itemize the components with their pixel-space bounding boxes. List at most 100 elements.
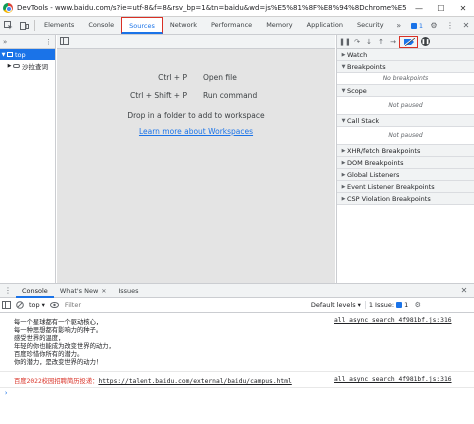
console-settings-gear-icon[interactable]: ⚙ bbox=[411, 298, 424, 312]
issues-count: 1 bbox=[418, 21, 423, 30]
live-expression-eye-icon[interactable] bbox=[48, 298, 61, 312]
pane-global-listeners[interactable]: ▶ Global Listeners bbox=[337, 169, 474, 181]
pane-toggle-icon: ▶ bbox=[341, 147, 346, 154]
sources-navigator: » ⋮ ▼ top ▶ 沙拉查词 bbox=[0, 35, 56, 283]
pane-toggle-icon: ▶ bbox=[341, 195, 346, 202]
pause-on-exceptions-icon[interactable]: ❚❚ bbox=[421, 37, 430, 46]
pane-toggle-icon: ▶ bbox=[341, 183, 346, 190]
tabbar-actions: 1 ⚙ ⋮ ✕ bbox=[408, 17, 474, 34]
step-into-button[interactable]: ↓ bbox=[363, 36, 375, 48]
device-toolbar-icon[interactable] bbox=[16, 17, 32, 34]
pane-event-listener-breakpoints[interactable]: ▶ Event Listener Breakpoints bbox=[337, 181, 474, 193]
settings-gear-icon[interactable]: ⚙ bbox=[426, 17, 442, 34]
close-drawer-icon[interactable]: ✕ bbox=[456, 282, 472, 299]
clear-console-icon[interactable] bbox=[13, 298, 26, 312]
console-filter-input[interactable] bbox=[64, 299, 305, 311]
learn-workspaces-link[interactable]: Learn more about Workspaces bbox=[57, 127, 335, 136]
pane-title: Scope bbox=[347, 86, 367, 95]
step-over-button[interactable]: ↷ bbox=[351, 36, 363, 48]
console-issues-button[interactable]: 1 Issue: 1 bbox=[364, 301, 411, 309]
pane-call-stack[interactable]: ▼ Call Stack bbox=[337, 115, 474, 127]
issue-icon bbox=[396, 302, 403, 308]
pane-dom-breakpoints[interactable]: ▶ DOM Breakpoints bbox=[337, 157, 474, 169]
step-button[interactable]: → bbox=[387, 36, 399, 48]
shortcut-action: Run command bbox=[203, 91, 258, 100]
drawer-tab-console[interactable]: Console bbox=[16, 284, 54, 298]
console-output: 每一个星球都有一个驱动核心， all_async_search_4f981bf.… bbox=[0, 313, 474, 424]
tab-network[interactable]: Network bbox=[163, 17, 204, 34]
deactivate-breakpoints-button[interactable] bbox=[399, 35, 418, 48]
navigator-menu-icon[interactable]: ⋮ bbox=[45, 38, 52, 46]
log-levels-dropdown[interactable]: Default levels ▾ bbox=[307, 301, 365, 309]
context-value: top bbox=[29, 301, 40, 309]
console-source-link[interactable]: all_async_search_4f981bf.js:316 bbox=[334, 317, 452, 324]
pane-toggle-icon: ▶ bbox=[341, 159, 346, 166]
tab-sources[interactable]: Sources bbox=[121, 17, 163, 34]
console-toolbar: top ▾ Default levels ▾ 1 Issue: 1 ⚙ bbox=[0, 298, 474, 313]
close-devtools-icon[interactable]: ✕ bbox=[458, 17, 474, 34]
tree-item-label: top bbox=[15, 50, 26, 59]
divider bbox=[34, 20, 35, 31]
drawer-tab-issues[interactable]: Issues bbox=[112, 284, 144, 298]
collapse-triangle-icon[interactable]: ▶ bbox=[6, 63, 13, 69]
tab-console[interactable]: Console bbox=[81, 17, 121, 34]
context-selector[interactable]: top ▾ bbox=[26, 301, 48, 309]
tab-performance[interactable]: Performance bbox=[204, 17, 259, 34]
sidebar-toggle-icon[interactable] bbox=[0, 298, 13, 312]
maximize-button[interactable]: ☐ bbox=[430, 0, 452, 17]
drawer-tab-label: Issues bbox=[118, 286, 139, 295]
drawer-menu-icon[interactable]: ⋮ bbox=[0, 282, 16, 299]
devtools-tabbar: Elements Console Sources Network Perform… bbox=[0, 17, 474, 35]
pane-toggle-icon: ▼ bbox=[341, 63, 346, 70]
scope-empty: Not paused bbox=[337, 97, 474, 115]
log-levels-value: Default levels bbox=[310, 301, 356, 309]
console-message-line: 你的潜力，是改变世界的动力！ bbox=[14, 359, 103, 366]
pause-resume-button[interactable]: ❚❚ bbox=[339, 36, 351, 48]
console-message-recruit: 百度2022校园招聘简历投递：https://talent.baidu.com/… bbox=[14, 376, 292, 385]
toggle-navigator-icon[interactable] bbox=[60, 36, 69, 47]
console-source-link[interactable]: all_async_search_4f981bf.js:316 bbox=[334, 376, 452, 383]
issues-badge[interactable]: 1 bbox=[408, 22, 426, 30]
debugger-toolbar: ❚❚ ↷ ↓ ↑ → ❚❚ bbox=[337, 35, 474, 49]
navigator-header: » ⋮ bbox=[0, 35, 55, 49]
pane-csp-violation-breakpoints[interactable]: ▶ CSP Violation Breakpoints bbox=[337, 193, 474, 205]
recruit-url-link[interactable]: https://talent.baidu.com/external/baidu/… bbox=[98, 378, 291, 385]
call-stack-empty: Not paused bbox=[337, 127, 474, 145]
tab-memory[interactable]: Memory bbox=[259, 17, 299, 34]
pane-watch[interactable]: ▶ Watch bbox=[337, 49, 474, 61]
debugger-sidebar: ❚❚ ↷ ↓ ↑ → ❚❚ ▶ Watch ▼ Breakpoints No bre… bbox=[336, 35, 474, 283]
pane-breakpoints[interactable]: ▼ Breakpoints bbox=[337, 61, 474, 73]
pane-toggle-icon: ▶ bbox=[341, 51, 346, 58]
shortcut-action: Open file bbox=[203, 73, 237, 82]
close-window-button[interactable]: ✕ bbox=[452, 0, 474, 17]
tab-security[interactable]: Security bbox=[350, 17, 391, 34]
drawer-tab-whats-new[interactable]: What's New ✕ bbox=[54, 284, 113, 298]
pane-xhr-breakpoints[interactable]: ▶ XHR/fetch Breakpoints bbox=[337, 145, 474, 157]
console-prompt-icon[interactable]: › bbox=[4, 389, 8, 397]
breakpoints-empty: No breakpoints bbox=[337, 73, 474, 85]
tree-item-top[interactable]: ▼ top bbox=[0, 49, 55, 60]
minimize-button[interactable]: — bbox=[408, 0, 430, 17]
tree-item-label: 沙拉查词 bbox=[22, 62, 48, 71]
tree-item-extension[interactable]: ▶ 沙拉查词 bbox=[0, 60, 55, 71]
cloud-icon bbox=[13, 63, 20, 68]
drawer-tab-label: What's New bbox=[59, 286, 99, 295]
shortcut-keys: Ctrl + Shift + P bbox=[129, 91, 187, 100]
close-tab-icon[interactable]: ✕ bbox=[101, 288, 106, 295]
step-out-button[interactable]: ↑ bbox=[375, 36, 387, 48]
chevron-down-icon: ▾ bbox=[41, 301, 45, 309]
pane-title: Watch bbox=[347, 50, 368, 59]
window-titlebar: DevTools - www.baidu.com/s?ie=utf-8&f=8&… bbox=[0, 0, 474, 17]
inspect-element-icon[interactable] bbox=[0, 17, 16, 34]
customize-menu-icon[interactable]: ⋮ bbox=[442, 17, 458, 34]
more-tabs-icon[interactable]: » bbox=[391, 17, 407, 34]
navigator-more-icon[interactable]: » bbox=[3, 38, 7, 46]
pane-scope[interactable]: ▼ Scope bbox=[337, 85, 474, 97]
pane-title: Breakpoints bbox=[347, 62, 386, 71]
expand-triangle-icon[interactable]: ▼ bbox=[0, 52, 7, 58]
message-divider bbox=[0, 371, 474, 372]
pane-title: Global Listeners bbox=[347, 170, 400, 179]
window-title: DevTools - www.baidu.com/s?ie=utf-8&f=8&… bbox=[17, 4, 407, 12]
tab-application[interactable]: Application bbox=[300, 17, 350, 34]
tab-elements[interactable]: Elements bbox=[37, 17, 81, 34]
